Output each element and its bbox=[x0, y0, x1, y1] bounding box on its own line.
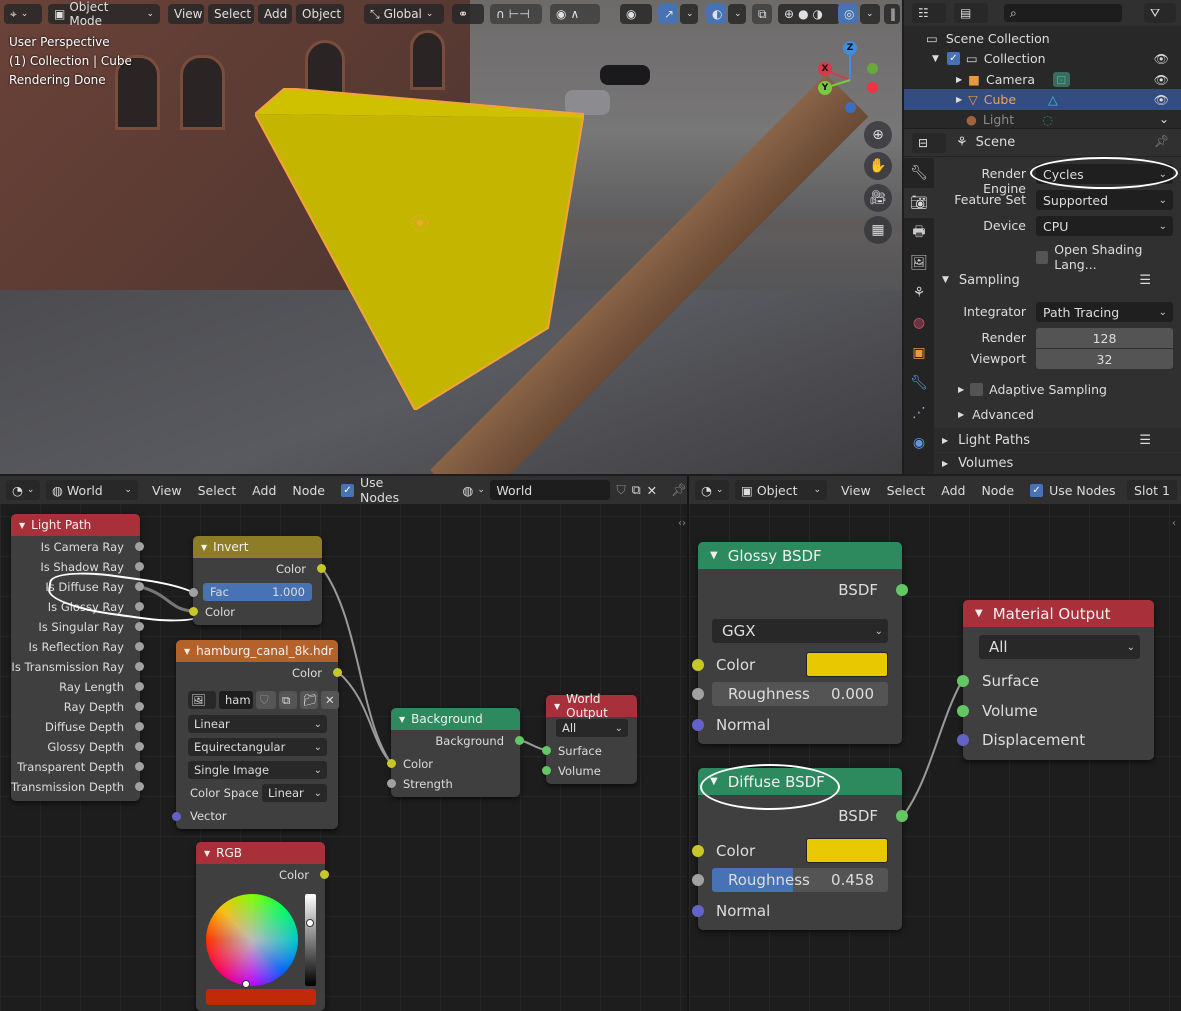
socket-out-bsdf[interactable] bbox=[896, 584, 908, 596]
material-output-target-dropdown[interactable]: All ⌄ bbox=[979, 635, 1140, 659]
diffuse-input-normal: Normal bbox=[716, 902, 771, 920]
socket-in-volume[interactable] bbox=[957, 705, 969, 717]
chevron-down-icon: ⌄ bbox=[1126, 641, 1135, 653]
socket-in-normal[interactable] bbox=[692, 719, 704, 731]
socket-in-normal[interactable] bbox=[692, 905, 704, 917]
annotation-circle bbox=[700, 764, 840, 810]
material-node-links bbox=[902, 680, 963, 817]
socket-in-roughness[interactable] bbox=[692, 688, 704, 700]
glossy-bsdf-header[interactable]: ▼ Glossy BSDF bbox=[698, 542, 902, 569]
socket-in-color[interactable] bbox=[692, 659, 704, 671]
glossy-input-normal: Normal bbox=[716, 716, 771, 734]
socket-in-color[interactable] bbox=[692, 845, 704, 857]
sidebar-toggle-icon[interactable]: ‹ bbox=[1172, 518, 1176, 529]
socket-out-bsdf[interactable] bbox=[896, 810, 908, 822]
diffuse-color-swatch[interactable] bbox=[806, 838, 888, 863]
collapse-arrow-icon[interactable]: ▼ bbox=[710, 550, 718, 561]
glossy-input-color-label: Color bbox=[716, 656, 756, 674]
diffuse-output-bsdf: BSDF bbox=[838, 807, 878, 825]
material-output-volume: Volume bbox=[982, 702, 1038, 720]
collapse-arrow-icon[interactable]: ▼ bbox=[975, 608, 983, 619]
glossy-color-swatch[interactable] bbox=[806, 652, 888, 677]
socket-in-displacement[interactable] bbox=[957, 734, 969, 746]
glossy-roughness-slider[interactable]: Roughness 0.000 bbox=[712, 682, 888, 706]
material-output-header[interactable]: ▼ Material Output bbox=[963, 600, 1154, 627]
glossy-output-bsdf: BSDF bbox=[838, 581, 878, 599]
material-output-displacement: Displacement bbox=[982, 731, 1086, 749]
diffuse-input-color-label: Color bbox=[716, 842, 756, 860]
chevron-down-icon: ⌄ bbox=[874, 625, 883, 637]
glossy-bsdf-node[interactable]: ▼ Glossy BSDF BSDF GGX ⌄ Color Roughness 0.… bbox=[692, 542, 908, 744]
material-output-surface: Surface bbox=[982, 672, 1040, 690]
diffuse-roughness-slider[interactable]: Roughness 0.458 bbox=[712, 868, 888, 892]
socket-in-roughness[interactable] bbox=[692, 874, 704, 886]
material-output-node[interactable]: ▼ Material Output All ⌄ Surface Volume Dis… bbox=[957, 600, 1154, 760]
link-diffuse-to-surface bbox=[902, 680, 963, 817]
distribution-dropdown[interactable]: GGX ⌄ bbox=[712, 619, 888, 643]
socket-in-surface[interactable] bbox=[957, 675, 969, 687]
